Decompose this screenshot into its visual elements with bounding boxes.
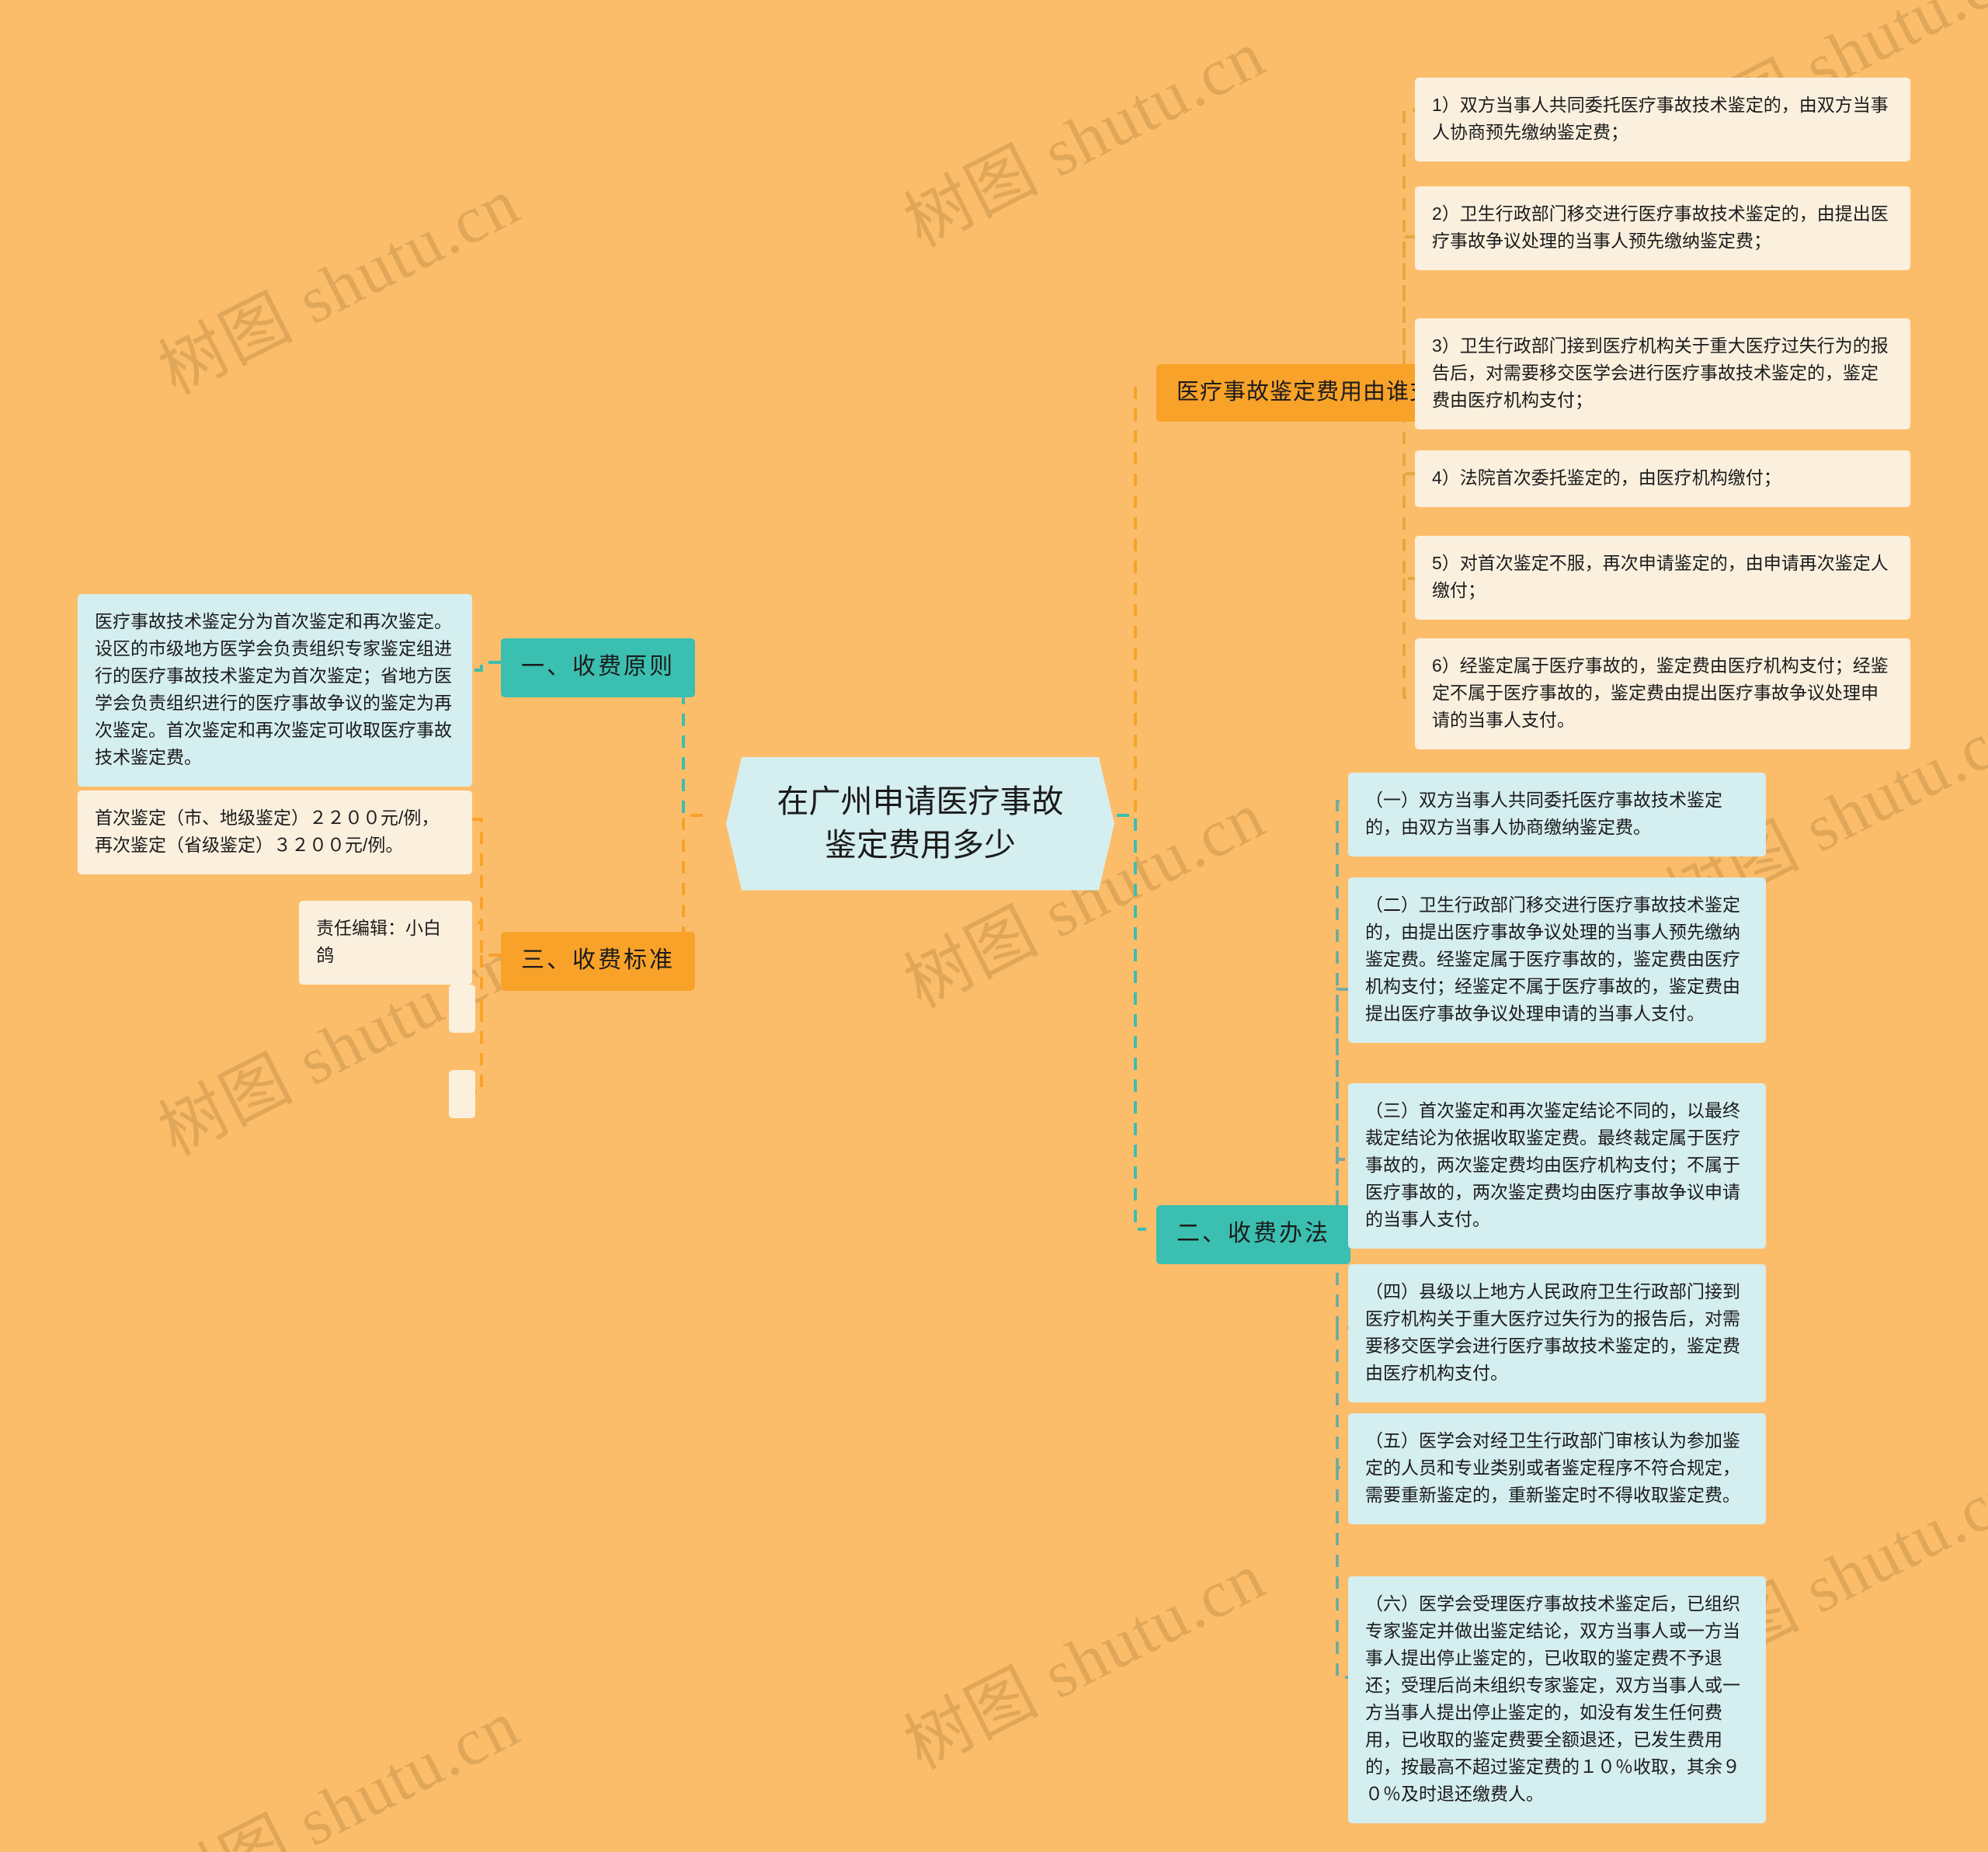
leaf-right-1-2-text: 2）卫生行政部门移交进行医疗事故技术鉴定的，由提出医疗事故争议处理的当事人预先缴… [1415, 186, 1910, 270]
leaf-left-2-4-blank[interactable] [449, 1070, 475, 1118]
leaf-right-2-3-text: （三）首次鉴定和再次鉴定结论不同的，以最终裁定结论为依据收取鉴定费。最终裁定属于… [1348, 1083, 1766, 1249]
leaf-left-2-1-text: 首次鉴定（市、地级鉴定）２２００元/例，再次鉴定（省级鉴定）３２００元/例。 [78, 790, 472, 874]
leaf-right-1-6[interactable]: 6）经鉴定属于医疗事故的，鉴定费由医疗机构支付；经鉴定不属于医疗事故的，鉴定费由… [1415, 638, 1910, 749]
leaf-left-1-1-text: 医疗事故技术鉴定分为首次鉴定和再次鉴定。设区的市级地方医学会负责组织专家鉴定组进… [78, 594, 472, 787]
leaf-right-2-4[interactable]: （四）县级以上地方人民政府卫生行政部门接到医疗机构关于重大医疗过失行为的报告后，… [1348, 1264, 1766, 1402]
leaf-right-2-1-text: （一）双方当事人共同委托医疗事故技术鉴定的，由双方当事人协商缴纳鉴定费。 [1348, 773, 1766, 857]
leaf-right-1-1[interactable]: 1）双方当事人共同委托医疗事故技术鉴定的，由双方当事人协商预先缴纳鉴定费； [1415, 78, 1910, 162]
leaf-right-2-2-text: （二）卫生行政部门移交进行医疗事故技术鉴定的，由提出医疗事故争议处理的当事人预先… [1348, 877, 1766, 1043]
branch-right-2-label: 二、收费办法 [1156, 1205, 1350, 1264]
leaf-left-1-1[interactable]: 医疗事故技术鉴定分为首次鉴定和再次鉴定。设区的市级地方医学会负责组织专家鉴定组进… [78, 594, 472, 787]
leaf-right-1-5[interactable]: 5）对首次鉴定不服，再次申请鉴定的，由申请再次鉴定人缴付； [1415, 536, 1910, 620]
leaf-left-2-2-text: 责任编辑：小白鸽 [299, 901, 472, 985]
leaf-right-1-4-text: 4）法院首次委托鉴定的，由医疗机构缴付； [1415, 450, 1910, 507]
leaf-left-2-1[interactable]: 首次鉴定（市、地级鉴定）２２００元/例，再次鉴定（省级鉴定）３２００元/例。 [78, 790, 472, 874]
leaf-right-2-6-text: （六）医学会受理医疗事故技术鉴定后，已组织专家鉴定并做出鉴定结论，双方当事人或一… [1348, 1576, 1766, 1823]
leaf-right-2-5-text: （五）医学会对经卫生行政部门审核认为参加鉴定的人员和专业类别或者鉴定程序不符合规… [1348, 1413, 1766, 1524]
leaf-right-1-3[interactable]: 3）卫生行政部门接到医疗机构关于重大医疗过失行为的报告后，对需要移交医学会进行医… [1415, 318, 1910, 429]
leaf-right-1-1-text: 1）双方当事人共同委托医疗事故技术鉴定的，由双方当事人协商预先缴纳鉴定费； [1415, 78, 1910, 162]
branch-left-1[interactable]: 一、收费原则 [501, 638, 695, 697]
central-topic-label: 在广州申请医疗事故鉴定费用多少 [726, 757, 1114, 891]
leaf-right-1-5-text: 5）对首次鉴定不服，再次申请鉴定的，由申请再次鉴定人缴付； [1415, 536, 1910, 620]
leaf-left-2-3-blank[interactable] [449, 985, 475, 1033]
central-topic[interactable]: 在广州申请医疗事故鉴定费用多少 [726, 757, 1114, 891]
leaf-right-2-4-text: （四）县级以上地方人民政府卫生行政部门接到医疗机构关于重大医疗过失行为的报告后，… [1348, 1264, 1766, 1402]
leaf-right-1-3-text: 3）卫生行政部门接到医疗机构关于重大医疗过失行为的报告后，对需要移交医学会进行医… [1415, 318, 1910, 429]
branch-left-1-label: 一、收费原则 [501, 638, 695, 697]
branch-left-2-label: 三、收费标准 [501, 932, 695, 991]
leaf-right-1-4[interactable]: 4）法院首次委托鉴定的，由医疗机构缴付； [1415, 450, 1910, 507]
branch-left-2[interactable]: 三、收费标准 [501, 932, 695, 991]
leaf-right-2-1[interactable]: （一）双方当事人共同委托医疗事故技术鉴定的，由双方当事人协商缴纳鉴定费。 [1348, 773, 1766, 857]
leaf-right-2-6[interactable]: （六）医学会受理医疗事故技术鉴定后，已组织专家鉴定并做出鉴定结论，双方当事人或一… [1348, 1576, 1766, 1823]
branch-right-2[interactable]: 二、收费办法 [1156, 1205, 1350, 1264]
leaf-left-2-2[interactable]: 责任编辑：小白鸽 [299, 901, 472, 985]
leaf-right-2-2[interactable]: （二）卫生行政部门移交进行医疗事故技术鉴定的，由提出医疗事故争议处理的当事人预先… [1348, 877, 1766, 1043]
leaf-right-1-2[interactable]: 2）卫生行政部门移交进行医疗事故技术鉴定的，由提出医疗事故争议处理的当事人预先缴… [1415, 186, 1910, 270]
leaf-right-1-6-text: 6）经鉴定属于医疗事故的，鉴定费由医疗机构支付；经鉴定不属于医疗事故的，鉴定费由… [1415, 638, 1910, 749]
leaf-right-2-5[interactable]: （五）医学会对经卫生行政部门审核认为参加鉴定的人员和专业类别或者鉴定程序不符合规… [1348, 1413, 1766, 1524]
leaf-right-2-3[interactable]: （三）首次鉴定和再次鉴定结论不同的，以最终裁定结论为依据收取鉴定费。最终裁定属于… [1348, 1083, 1766, 1249]
